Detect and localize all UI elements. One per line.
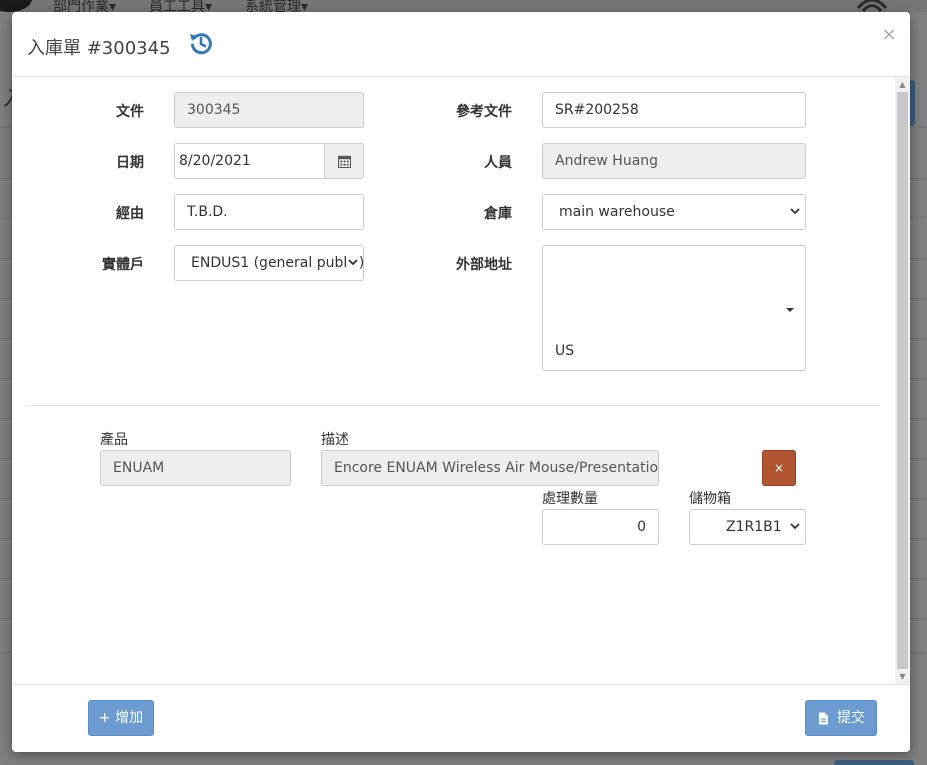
file-icon <box>818 712 829 725</box>
calendar-icon <box>338 155 351 168</box>
date-field[interactable]: 8/20/2021 <box>174 143 326 179</box>
entity-label: 實體戶 <box>102 257 144 273</box>
scroll-up-arrow[interactable]: ▲ <box>895 77 910 92</box>
background-bottom-button <box>834 760 914 765</box>
quantity-field[interactable]: 0 <box>542 509 659 545</box>
calendar-button[interactable] <box>324 143 364 179</box>
entity-select-value: ENDUS1 (general public) <box>191 255 364 271</box>
quantity-label: 處理數量 <box>542 491 598 507</box>
add-line-button[interactable]: + 增加 <box>88 700 154 736</box>
close-button[interactable]: × <box>880 24 898 46</box>
description-field[interactable]: Encore ENUAM Wireless Air Mouse/Presenta… <box>321 450 659 486</box>
bin-select[interactable]: Z1R1B1 <box>689 509 806 545</box>
reference-label: 參考文件 <box>456 104 512 120</box>
reference-field[interactable]: SR#200258 <box>542 92 806 128</box>
remove-line-button[interactable]: × <box>762 450 796 486</box>
submit-button[interactable]: 提交 <box>805 700 877 736</box>
background-navbar: 部門作業▾ 員工工具▾ 系統管理▾ <box>0 0 927 15</box>
warehouse-label: 倉庫 <box>484 206 512 222</box>
bin-label: 儲物箱 <box>689 491 731 507</box>
scrollbar-thumb[interactable] <box>897 92 908 669</box>
document-label: 文件 <box>116 104 144 120</box>
date-label: 日期 <box>116 155 144 171</box>
warehouse-select[interactable]: main warehouse <box>542 194 806 230</box>
person-label: 人員 <box>484 155 512 171</box>
modal-header: 入庫單 #300345 × <box>12 12 910 77</box>
bin-select-value: Z1R1B1 <box>726 519 782 535</box>
product-field[interactable]: ENUAM <box>100 450 291 486</box>
scroll-down-arrow[interactable]: ▼ <box>895 669 910 684</box>
external-address-box[interactable]: US <box>542 245 806 371</box>
modal-body: 文件 300345 參考文件 SR#200258 日期 8/20/2021 人員… <box>12 77 910 684</box>
section-divider <box>27 405 880 406</box>
modal-footer: + 增加 提交 <box>12 684 910 752</box>
document-field[interactable]: 300345 <box>174 92 364 128</box>
warehouse-select-value: main warehouse <box>559 204 675 220</box>
submit-label: 提交 <box>837 710 865 726</box>
wifi-icon <box>856 0 888 12</box>
chevron-down-icon <box>790 208 800 215</box>
chevron-down-icon <box>790 523 800 530</box>
entity-select[interactable]: ENDUS1 (general public) <box>174 245 364 281</box>
modal-title: 入庫單 #300345 <box>27 38 171 59</box>
caret-down-icon[interactable] <box>786 308 794 312</box>
external-address-country: US <box>555 343 575 359</box>
person-field[interactable]: Andrew Huang <box>542 143 806 179</box>
via-field[interactable]: T.B.D. <box>174 194 364 230</box>
history-icon[interactable] <box>187 29 215 57</box>
product-label: 產品 <box>100 432 128 448</box>
via-label: 經由 <box>116 206 144 222</box>
chevron-down-icon <box>346 246 360 280</box>
app-logo <box>0 0 32 12</box>
description-label: 描述 <box>321 432 349 448</box>
external-address-label: 外部地址 <box>456 257 512 273</box>
inbound-order-modal: 入庫單 #300345 × 文件 300345 參考文件 SR#200258 日… <box>12 12 910 752</box>
modal-scrollbar[interactable]: ▲ ▼ <box>895 77 910 684</box>
